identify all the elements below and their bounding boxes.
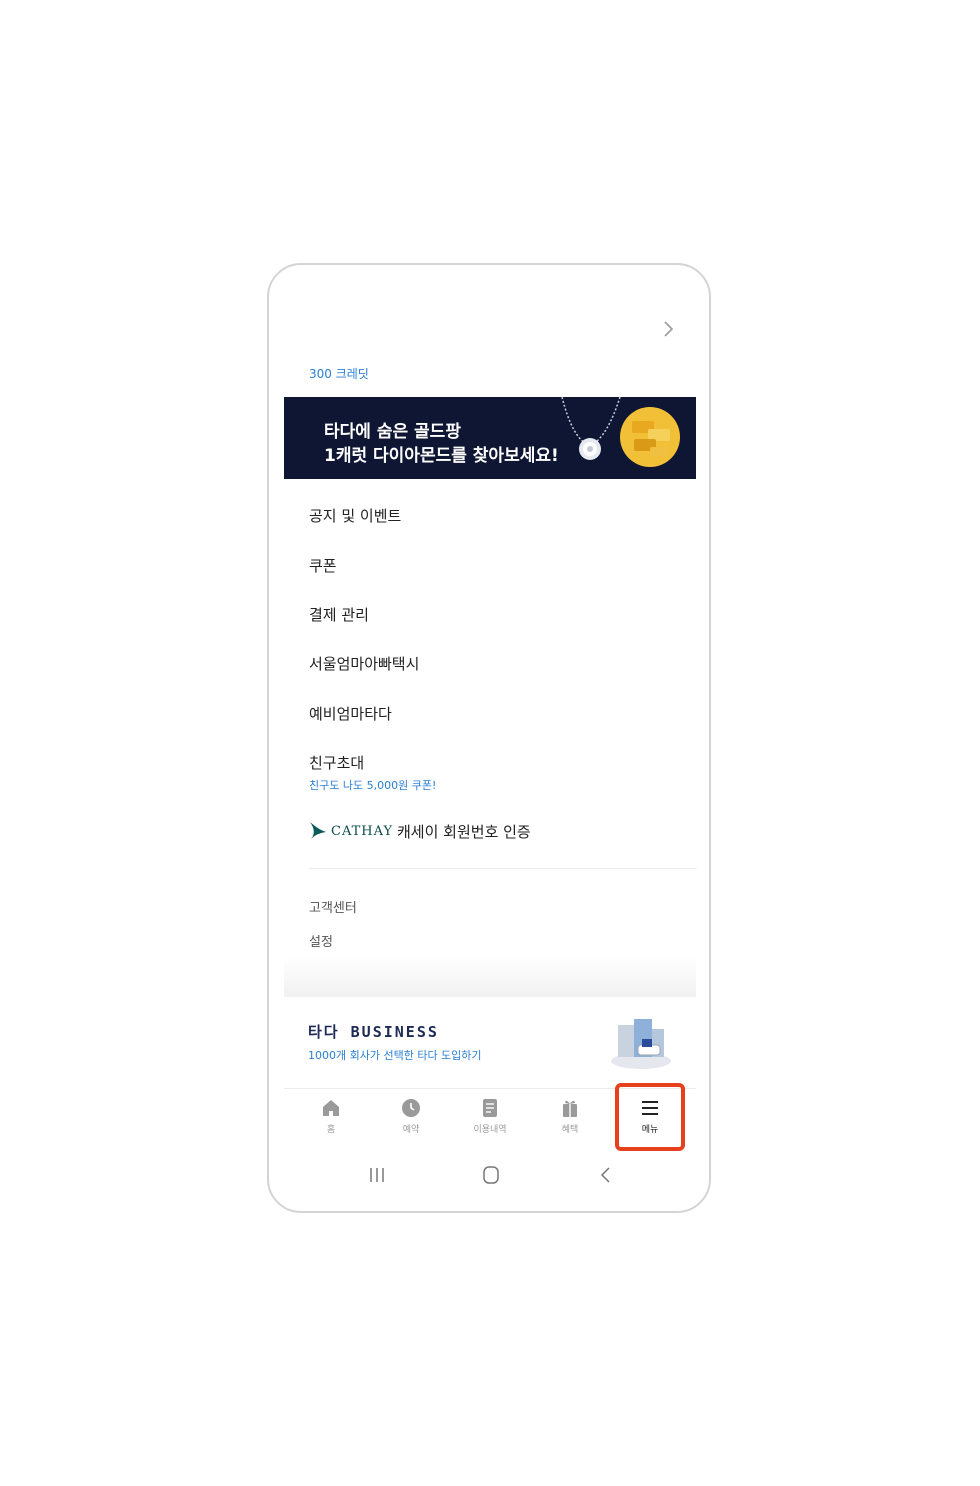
invite-friends-subtext: 친구도 나도 5,000원 쿠폰! bbox=[309, 779, 437, 792]
credit-balance[interactable]: 300 크레딧 bbox=[309, 365, 369, 382]
tab-home[interactable]: 홈 bbox=[301, 1097, 361, 1143]
cathay-membership-item[interactable]: CATHAY 캐세이 회원번호 인증 bbox=[309, 818, 609, 842]
tab-label: 이용내역 bbox=[473, 1125, 507, 1135]
clock-icon bbox=[402, 1099, 420, 1117]
menu-item-notices-events[interactable]: 공지 및 이벤트 bbox=[309, 505, 401, 526]
promo-banner[interactable]: 타다에 숨은 골드팡 1캐럿 다이아몬드를 찾아보세요! bbox=[284, 397, 696, 479]
menu-item-expecting-mom[interactable]: 예비엄마타다 bbox=[309, 703, 392, 724]
menu-item-invite-friends[interactable]: 친구초대 bbox=[309, 752, 364, 773]
banner-title-line1: 타다에 숨은 골드팡 bbox=[324, 422, 461, 442]
business-brand: 타다 BUSINESS bbox=[308, 1023, 439, 1041]
cathay-logo-icon bbox=[310, 822, 326, 839]
menu-item-settings[interactable]: 설정 bbox=[309, 931, 333, 950]
diamond-necklace-icon bbox=[561, 397, 621, 460]
tab-label: 혜택 bbox=[561, 1125, 579, 1135]
tab-history[interactable]: 이용내역 bbox=[460, 1097, 520, 1143]
menu-item-payment[interactable]: 결제 관리 bbox=[309, 604, 369, 625]
tab-label: 홈 bbox=[326, 1125, 336, 1135]
home-icon bbox=[323, 1100, 339, 1116]
cathay-membership-label: 캐세이 회원번호 인증 bbox=[397, 823, 531, 841]
back-icon[interactable] bbox=[594, 1165, 618, 1185]
tab-reservation[interactable]: 예약 bbox=[381, 1097, 441, 1143]
divider bbox=[309, 868, 697, 869]
chevron-right-icon[interactable] bbox=[662, 319, 676, 339]
home-button-icon[interactable] bbox=[479, 1165, 503, 1185]
recent-apps-icon[interactable] bbox=[365, 1165, 389, 1185]
gift-icon bbox=[563, 1100, 577, 1117]
business-tagline: 1000개 회사가 선택한 타다 도입하기 bbox=[308, 1049, 482, 1062]
menu-item-support[interactable]: 고객센터 bbox=[309, 897, 357, 916]
tab-label: 예약 bbox=[402, 1125, 420, 1135]
menu-item-parent-taxi[interactable]: 서울엄마아빠택시 bbox=[309, 653, 419, 674]
banner-title-line2: 1캐럿 다이아몬드를 찾아보세요! bbox=[324, 446, 559, 466]
document-icon bbox=[483, 1099, 497, 1117]
menu-tab-highlight-box bbox=[615, 1083, 685, 1151]
gold-bars-icon bbox=[620, 407, 680, 467]
business-banner[interactable]: 타다 BUSINESS 1000개 회사가 선택한 타다 도입하기 bbox=[284, 997, 696, 1089]
section-shadow bbox=[284, 957, 696, 997]
office-building-icon bbox=[611, 1019, 671, 1069]
phone-frame: 300 크레딧 타다에 숨은 골드팡 1캐럿 다이아몬드를 찾아보세요! 공지 … bbox=[267, 263, 711, 1213]
tab-benefits[interactable]: 혜택 bbox=[540, 1097, 600, 1143]
menu-item-coupons[interactable]: 쿠폰 bbox=[309, 555, 337, 576]
cathay-logo-text: CATHAY bbox=[331, 824, 394, 839]
